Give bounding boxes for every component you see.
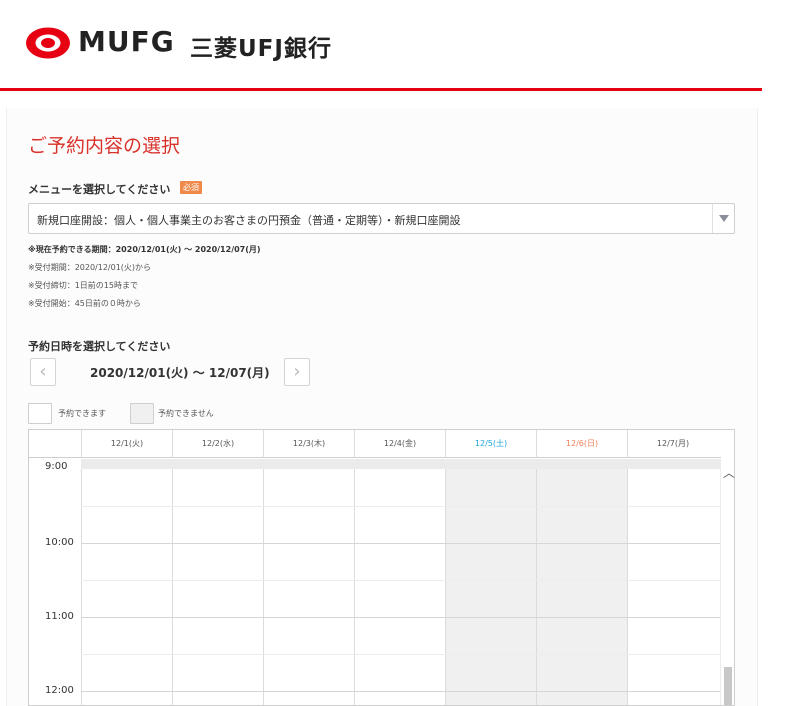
calendar-top-strip <box>81 459 721 469</box>
day-header: 12/1(火) <box>81 430 172 458</box>
half-hour-line <box>81 654 721 655</box>
next-week-button[interactable]: › <box>284 358 310 386</box>
day-header: 12/4(金) <box>354 430 445 458</box>
day-header-saturday: 12/5(土) <box>445 430 536 458</box>
chevron-right-icon: › <box>293 361 301 382</box>
legend-available-swatch <box>28 403 52 424</box>
date-range-label: 2020/12/01(火) ～ 12/07(月) <box>90 366 270 380</box>
day-column[interactable] <box>627 459 718 705</box>
prev-week-button[interactable]: ‹ <box>30 358 56 386</box>
legend-unavailable-swatch <box>130 403 154 424</box>
required-badge: 必須 <box>180 181 202 194</box>
hour-line <box>81 691 721 692</box>
bank-name: 三菱UFJ銀行 <box>190 36 332 62</box>
page-title: ご予約内容の選択 <box>28 135 181 157</box>
calendar-header: 12/1(火) 12/2(水) 12/3(木) 12/4(金) 12/5(土) … <box>29 430 721 458</box>
calendar-body: 9:00 10:00 11:00 12:00 <box>29 459 721 705</box>
day-column[interactable] <box>263 459 354 705</box>
day-column-closed <box>445 459 536 705</box>
hour-line <box>81 543 721 544</box>
reservation-calendar: 12/1(火) 12/2(水) 12/3(木) 12/4(金) 12/5(土) … <box>28 429 735 706</box>
legend-unavailable-label: 予約できません <box>158 409 214 418</box>
legend-available-label: 予約できます <box>58 409 106 418</box>
mufg-logo-icon <box>26 27 70 59</box>
hour-line <box>81 617 721 618</box>
scrollbar-thumb[interactable] <box>724 667 732 705</box>
day-column-closed <box>536 459 627 705</box>
half-hour-line <box>81 580 721 581</box>
day-header: 12/7(月) <box>627 430 718 458</box>
time-label: 11:00 <box>45 611 74 622</box>
menu-label: メニューを選択してください <box>28 183 171 196</box>
chevron-left-icon: ‹ <box>39 361 47 382</box>
select-dropdown-icon[interactable] <box>712 204 734 233</box>
header-divider <box>0 88 762 91</box>
menu-select-value: 新規口座開設：個人・個人事業主のお客さまの円預金（普通・定期等）・新規口座開設 <box>37 214 461 227</box>
time-label: 12:00 <box>45 685 74 696</box>
menu-select[interactable]: 新規口座開設：個人・個人事業主のお客さまの円預金（普通・定期等）・新規口座開設 <box>28 203 735 234</box>
calendar-scrollbar[interactable]: ︿ <box>720 459 734 705</box>
site-header: MUFG 三菱UFJ銀行 <box>0 0 762 92</box>
note-available-period: ※現在予約できる期間：2020/12/01(火) ～ 2020/12/07(月) <box>28 245 261 254</box>
day-column[interactable] <box>172 459 263 705</box>
time-label: 10:00 <box>45 537 74 548</box>
note-start: ※受付開始：45日前の０時から <box>28 299 141 308</box>
logo-text: MUFG <box>78 25 175 58</box>
chevron-up-icon[interactable]: ︿ <box>723 467 734 479</box>
day-header: 12/2(水) <box>172 430 263 458</box>
note-reception-period: ※受付期間：2020/12/01(火)から <box>28 263 152 272</box>
note-deadline: ※受付締切：1日前の15時まで <box>28 281 138 290</box>
day-header: 12/3(木) <box>263 430 354 458</box>
datetime-label: 予約日時を選択してください <box>28 340 171 353</box>
day-column[interactable] <box>354 459 445 705</box>
day-column[interactable] <box>81 459 172 705</box>
half-hour-line <box>81 506 721 507</box>
time-label: 9:00 <box>45 461 68 472</box>
day-header-sunday: 12/6(日) <box>536 430 627 458</box>
